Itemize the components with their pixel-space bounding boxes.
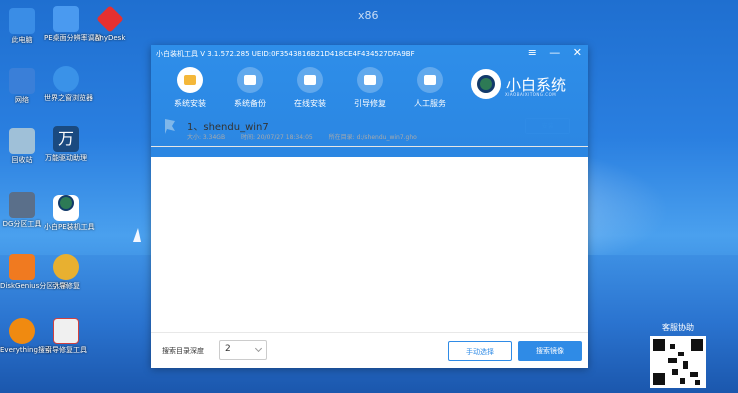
brand-logo-icon (471, 69, 501, 99)
computer-icon (9, 8, 35, 34)
chevron-down-icon (254, 344, 263, 353)
network-diagram-icon (53, 6, 79, 32)
installer-window: 小白装机工具 V 3.1.572.285 UEID:0F3543816B21D4… (151, 45, 588, 368)
desktop-icon-diskgenius[interactable]: DiskGenius分区大师 (0, 254, 67, 290)
backup-icon (237, 67, 263, 93)
brand: 小白系统 XIAOBAIXITONG.COM (471, 69, 566, 99)
customer-service: 客服协助 (650, 322, 706, 388)
desktop-icon-xiaobai[interactable]: 小白PE装机工具 (44, 190, 95, 231)
wan-icon: 万 (53, 126, 79, 152)
pinwheel-icon (53, 254, 79, 280)
globe-icon (53, 66, 79, 92)
list-item[interactable]: 1、shendu_win7 大小: 3.34GB 时间: 20/07/27 18… (151, 110, 588, 147)
file-dir: 所在目录: d:/shendu_win7.gho (328, 134, 417, 141)
repair-icon (357, 67, 383, 93)
search-icon (9, 318, 35, 344)
sailboat-decoration (133, 228, 141, 242)
desktop-icon-this-pc[interactable]: 此电脑 (0, 8, 44, 44)
depth-label: 搜索目录深度 (162, 347, 204, 355)
file-size: 大小: 3.34GB (187, 134, 226, 141)
tab-system-backup[interactable]: 系统备份 (225, 67, 275, 109)
desktop-icon-boot-tool[interactable]: 引导修复工具 (44, 318, 88, 354)
desktop-icon-driver[interactable]: 万 万能驱动助理 (44, 126, 88, 162)
desktop-icon-dg[interactable]: DG分区工具 (0, 192, 44, 228)
window-controls: ≡ — ✕ (519, 46, 582, 59)
minimize-icon[interactable]: — (549, 46, 560, 59)
image-list: 1、shendu_win7 大小: 3.34GB 时间: 20/07/27 18… (151, 110, 588, 147)
online-icon (297, 67, 323, 93)
search-image-button[interactable]: 搜索镜像 (518, 341, 582, 361)
architecture-watermark: x86 (358, 9, 379, 22)
tab-manual-service[interactable]: 人工服务 (405, 67, 455, 109)
manual-select-button[interactable]: 手动选择 (448, 341, 512, 361)
disk-tool-icon (9, 192, 35, 218)
file-time: 时间: 20/07/27 18:34:05 (240, 134, 313, 141)
brand-sub: XIAOBAIXITONG.COM (505, 92, 557, 97)
file-name: 1、shendu_win7 (187, 122, 269, 133)
install-icon (177, 67, 203, 93)
xiaobai-logo-icon (53, 195, 79, 221)
tab-online-install[interactable]: 在线安装 (285, 67, 335, 109)
flag-icon (165, 119, 175, 134)
toolbox-icon (53, 318, 79, 344)
window-title: 小白装机工具 V 3.1.572.285 UEID:0F3543816B21D4… (156, 50, 415, 58)
anydesk-icon (96, 5, 124, 33)
close-icon[interactable]: ✕ (573, 46, 582, 59)
qr-code[interactable] (650, 336, 706, 388)
desktop-icon-boot-repair[interactable]: 引导修复 (44, 254, 88, 290)
menu-icon[interactable]: ≡ (528, 46, 537, 59)
diskgenius-icon (9, 254, 35, 280)
desktop-icon-everything[interactable]: Everything搜索 (0, 318, 52, 354)
network-icon (9, 68, 35, 94)
chat-icon (417, 67, 443, 93)
recycle-bin-icon (9, 128, 35, 154)
depth-value: 2 (225, 344, 231, 354)
desktop-icon-resolution[interactable]: PE桌面分辨率调整 (44, 6, 102, 42)
file-meta: 大小: 3.34GB 时间: 20/07/27 18:34:05 所在目录: d… (187, 132, 431, 141)
depth-select[interactable]: 2 (219, 340, 267, 360)
desktop-icon-network[interactable]: 网络 (0, 68, 44, 104)
desktop-icon-recycle-bin[interactable]: 回收站 (0, 128, 44, 164)
desktop-icon-browser[interactable]: 世界之窗浏览器 (44, 66, 93, 102)
customer-service-label: 客服协助 (662, 323, 694, 332)
tab-boot-repair[interactable]: 引导修复 (345, 67, 395, 109)
desktop-icon-anydesk[interactable]: AnyDesk (88, 5, 132, 42)
window-footer: 搜索目录深度 2 手动选择 搜索镜像 (151, 332, 588, 368)
install-button[interactable]: 安装 (525, 118, 570, 134)
tab-system-install[interactable]: 系统安装 (165, 67, 215, 109)
